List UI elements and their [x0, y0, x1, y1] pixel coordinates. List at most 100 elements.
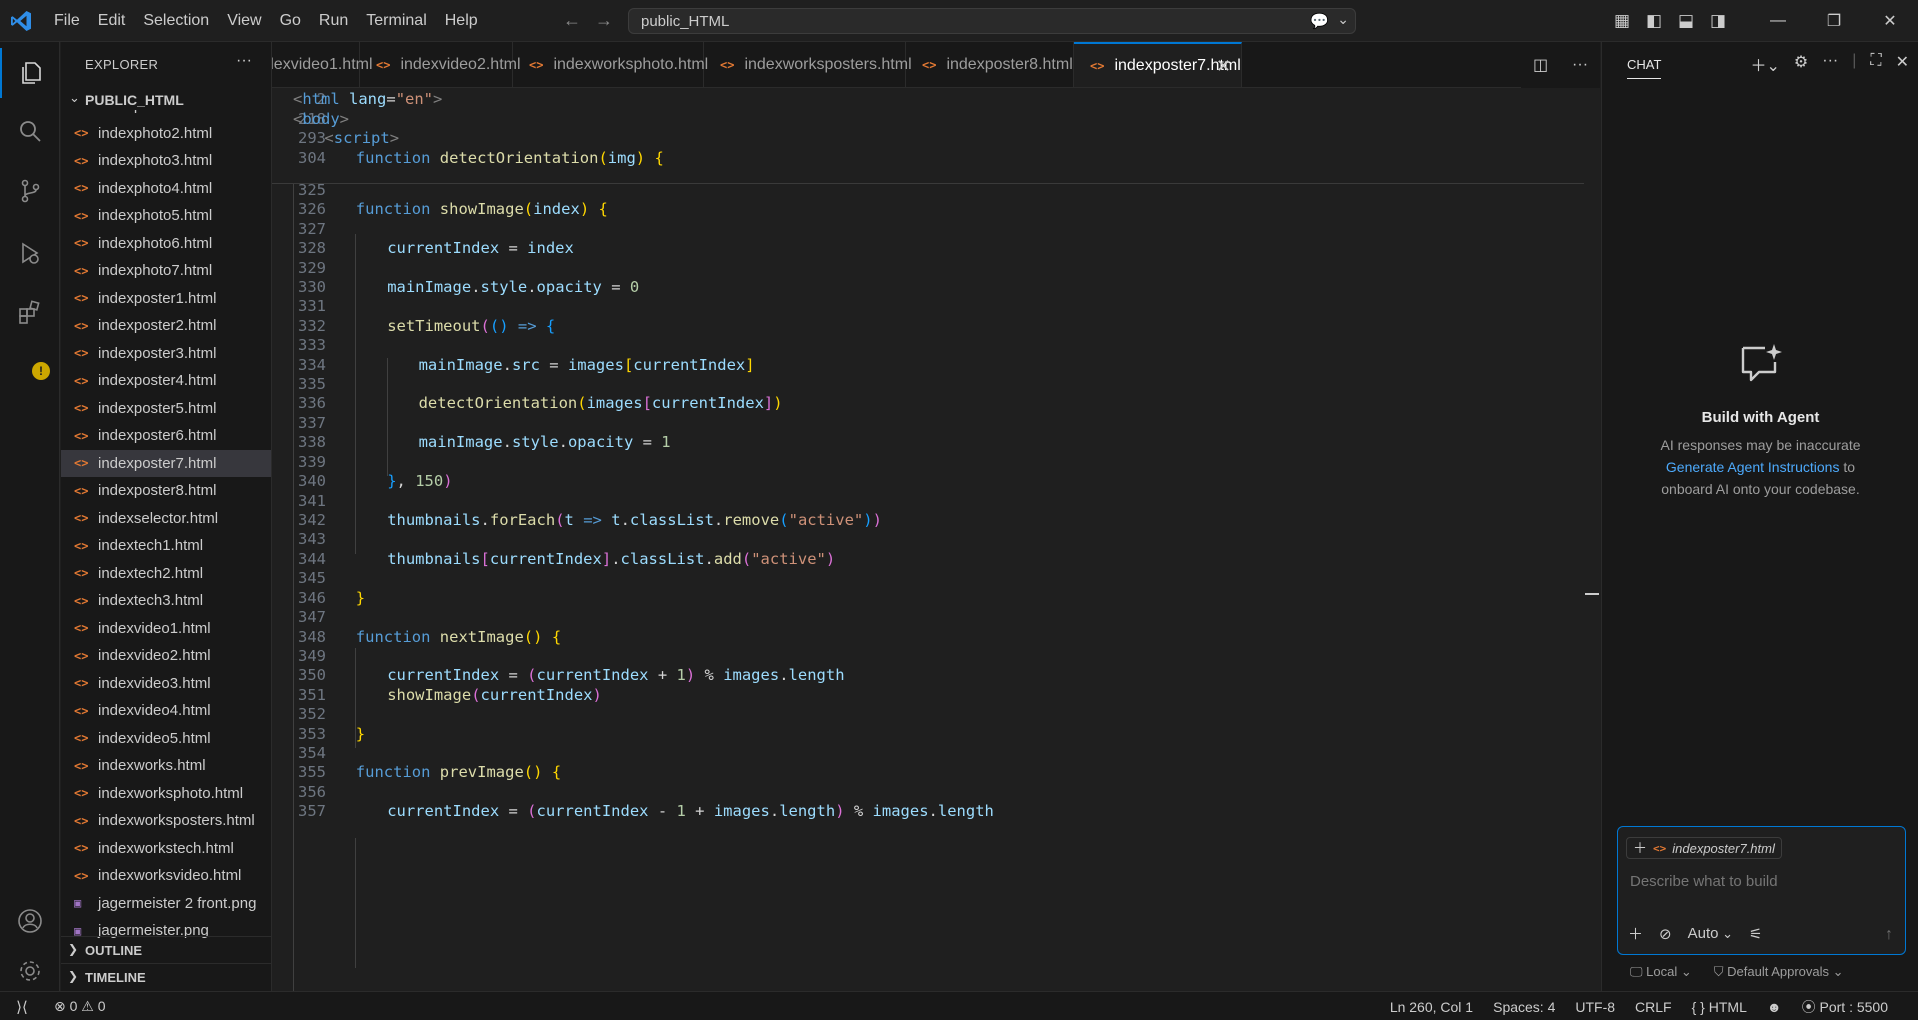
- file-item[interactable]: <> indexposter7.html: [61, 449, 271, 477]
- editor-tab[interactable]: <> indexposter7.html ✕: [1074, 42, 1242, 87]
- file-item[interactable]: <> indexselector.html: [61, 505, 271, 533]
- menu-go[interactable]: Go: [271, 0, 310, 42]
- timeline-section[interactable]: ❯ TIMELINE: [61, 963, 271, 990]
- code-line[interactable]: 304 function detectOrientation(img) {: [272, 149, 1582, 171]
- restore-icon[interactable]: ❐: [1806, 11, 1862, 31]
- editor-tab[interactable]: <> indexposter8.html: [906, 42, 1074, 87]
- file-item[interactable]: <> indexvideo4.html: [61, 697, 271, 725]
- gear-icon[interactable]: ⚙: [1794, 52, 1808, 76]
- file-item[interactable]: <> indexphoto4.html: [61, 175, 271, 203]
- mode-picker[interactable]: Auto ⌄: [1688, 925, 1733, 942]
- manage-activity[interactable]: [0, 946, 60, 996]
- editor-tab[interactable]: <> indexvideo2.html: [360, 42, 521, 87]
- back-arrow-icon[interactable]: ←: [563, 10, 581, 31]
- close-window-icon[interactable]: ✕: [1862, 11, 1918, 31]
- chat-title[interactable]: CHAT: [1627, 57, 1662, 79]
- chat-prompt-input[interactable]: [1630, 873, 1890, 890]
- file-item[interactable]: <> indexphoto3.html: [61, 147, 271, 175]
- menu-run[interactable]: Run: [310, 0, 357, 42]
- add-context-icon[interactable]: ＋: [1633, 838, 1647, 858]
- menu-file[interactable]: File: [45, 0, 89, 42]
- command-center-search[interactable]: public_HTML 💬 ⌄: [628, 8, 1356, 34]
- file-item[interactable]: <> indextech3.html: [61, 587, 271, 615]
- file-item[interactable]: <> indexvideo1.html: [61, 615, 271, 643]
- file-item[interactable]: <> indexposter3.html: [61, 340, 271, 368]
- customize-layout-icon[interactable]: ▦: [1606, 11, 1638, 31]
- file-item[interactable]: <> indexworksphoto.html: [61, 780, 271, 808]
- add-icon[interactable]: ＋: [1628, 923, 1643, 944]
- editor-tab[interactable]: <>indexvideo1.html: [272, 42, 373, 87]
- menu-selection[interactable]: Selection: [134, 0, 218, 42]
- file-item[interactable]: <> indexposter8.html: [61, 477, 271, 505]
- context-attachment[interactable]: ＋ <> indexposter7.html: [1626, 837, 1782, 859]
- file-item[interactable]: <> indexposter5.html: [61, 395, 271, 423]
- folder-root[interactable]: ⌄ PUBLIC_HTML: [61, 88, 271, 110]
- file-item[interactable]: <> indextech2.html: [61, 560, 271, 588]
- menu-edit[interactable]: Edit: [89, 0, 135, 42]
- file-item[interactable]: <> indexworksvideo.html: [61, 862, 271, 890]
- more-actions-icon[interactable]: ···: [236, 52, 252, 70]
- file-item[interactable]: ▣ jagermeister 2 front.png: [61, 890, 271, 918]
- search-activity[interactable]: [0, 106, 60, 156]
- end-of-line[interactable]: CRLF: [1635, 999, 1672, 1015]
- file-item[interactable]: <> indexposter1.html: [61, 285, 271, 313]
- tools-icon[interactable]: ⊘: [1659, 925, 1672, 943]
- explorer-activity[interactable]: [0, 48, 60, 98]
- remote-icon[interactable]: ⟩⟨: [0, 998, 44, 1016]
- outline-section[interactable]: ❯ OUTLINE: [61, 936, 271, 963]
- approvals-picker[interactable]: ⛉ Default Approvals ⌄: [1714, 964, 1844, 980]
- file-item[interactable]: <> indextech1.html: [61, 532, 271, 560]
- menu-terminal[interactable]: Terminal: [357, 0, 435, 42]
- file-item[interactable]: <> indexphoto6.html: [61, 230, 271, 258]
- code-editor[interactable]: 2 <html lang="en"> 218 <body> 293 <script> 304…: [272, 88, 1600, 991]
- send-arrow-icon[interactable]: ↑: [1885, 926, 1893, 944]
- editor-tab[interactable]: <> indexworksposters.html: [704, 42, 912, 87]
- generate-instructions-link[interactable]: Generate Agent Instructions: [1666, 459, 1840, 475]
- toggle-panel-icon[interactable]: ⬓: [1670, 11, 1702, 31]
- chevron-down-icon[interactable]: ⌄: [1337, 11, 1349, 28]
- source-control-activity[interactable]: [0, 166, 60, 216]
- file-item[interactable]: <> indexvideo2.html: [61, 642, 271, 670]
- copilot-status-icon[interactable]: ☻: [1767, 999, 1782, 1015]
- accounts-activity[interactable]: [0, 896, 60, 946]
- editor-tab[interactable]: <> indexworksphoto.html: [513, 42, 708, 87]
- file-item[interactable]: <> indexphoto5.html: [61, 202, 271, 230]
- file-item[interactable]: <> indexposter4.html: [61, 367, 271, 395]
- scrollbar-marker[interactable]: [1585, 593, 1599, 595]
- run-debug-activity[interactable]: [0, 228, 60, 278]
- split-editor-icon[interactable]: ◫: [1533, 55, 1548, 75]
- toggle-primary-sidebar-icon[interactable]: ◧: [1638, 11, 1670, 31]
- settings-sliders-icon[interactable]: ⚟: [1749, 925, 1762, 943]
- problems-indicator[interactable]: ⊗ 0 ⚠ 0: [54, 998, 106, 1015]
- file-item[interactable]: <> indexposter2.html: [61, 312, 271, 340]
- close-icon[interactable]: ✕: [1896, 52, 1909, 76]
- more-actions-icon[interactable]: ···: [1822, 52, 1838, 76]
- code-line[interactable]: 357 currentIndex = (currentIndex - 1 + im…: [272, 802, 1582, 824]
- close-tab-icon[interactable]: ✕: [1216, 56, 1231, 77]
- minimize-icon[interactable]: —: [1750, 12, 1806, 30]
- toggle-secondary-sidebar-icon[interactable]: ◨: [1702, 11, 1734, 31]
- cursor-position[interactable]: Ln 260, Col 1: [1390, 999, 1473, 1015]
- file-item[interactable]: <> indexworks.html: [61, 752, 271, 780]
- copilot-chat-icon[interactable]: 💬: [1310, 12, 1329, 30]
- file-item[interactable]: <> indexworksposters.html: [61, 807, 271, 835]
- extensions-activity[interactable]: [0, 288, 60, 338]
- menu-help[interactable]: Help: [436, 0, 487, 42]
- more-actions-icon[interactable]: ···: [1572, 56, 1588, 74]
- file-item[interactable]: <> indexphoto7.html: [61, 257, 271, 285]
- new-chat-icon[interactable]: ＋⌄: [1750, 52, 1779, 76]
- live-server-port[interactable]: ⦿ Port : 5500: [1802, 997, 1888, 1017]
- local-picker[interactable]: 🖵 Local ⌄: [1630, 964, 1692, 980]
- file-item[interactable]: <> indexphoto2.html: [61, 120, 271, 148]
- file-item[interactable]: <> indexposter6.html: [61, 422, 271, 450]
- sticky-scroll[interactable]: 2 <html lang="en"> 218 <body> 293 <script> 304…: [272, 88, 1584, 184]
- maximize-icon[interactable]: ⛶: [1870, 52, 1881, 76]
- file-item[interactable]: <> indexvideo5.html: [61, 725, 271, 753]
- forward-arrow-icon[interactable]: →: [595, 10, 613, 31]
- file-item[interactable]: <> indexworkstech.html: [61, 835, 271, 863]
- indentation[interactable]: Spaces: 4: [1493, 999, 1555, 1015]
- file-item[interactable]: <>indexphoto1.html: [61, 110, 271, 120]
- language-mode[interactable]: { } HTML: [1692, 999, 1747, 1015]
- encoding[interactable]: UTF-8: [1575, 999, 1615, 1015]
- menu-view[interactable]: View: [218, 0, 270, 42]
